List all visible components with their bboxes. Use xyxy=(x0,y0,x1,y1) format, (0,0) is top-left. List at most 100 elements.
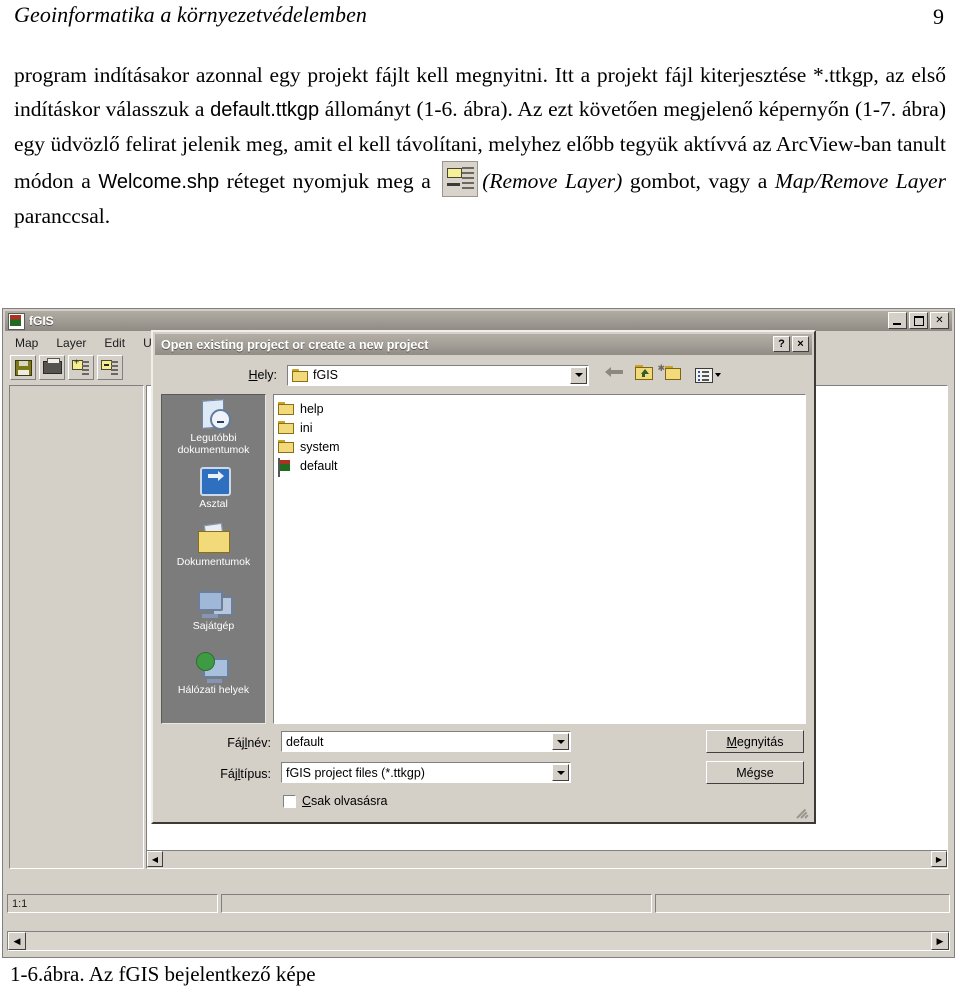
place-item-network-places[interactable]: Hálózati helyek xyxy=(162,649,265,713)
add-layer-line xyxy=(82,360,89,363)
views-button[interactable] xyxy=(695,365,723,385)
scroll-right-arrow-icon[interactable]: ▶ xyxy=(931,851,947,867)
text-segment-4: gombot, vagy a xyxy=(622,169,775,193)
resize-grip[interactable] xyxy=(796,805,810,819)
scroll-left-arrow-icon[interactable]: ◀ xyxy=(147,851,163,867)
new-folder-sparkle: ✱ xyxy=(657,363,665,373)
fgis-logo-glyph xyxy=(10,314,21,326)
maximize-button[interactable] xyxy=(909,312,928,329)
place-item-documents[interactable]: Dokumentumok xyxy=(162,521,265,585)
list-item[interactable]: default xyxy=(278,456,805,477)
file-name: ini xyxy=(300,420,313,435)
remove-layer-icon xyxy=(442,161,479,197)
network-places-icon xyxy=(195,651,232,683)
folder-icon-body xyxy=(292,370,308,382)
filetype-select[interactable]: fGIS project files (*.ttkgp) xyxy=(281,762,571,783)
window-scroll-right-icon[interactable]: ▶ xyxy=(931,932,949,950)
menu-item-edit[interactable]: Edit xyxy=(95,335,134,351)
figure-caption: 1-6.ábra. Az fGIS bejelentkező képe xyxy=(10,962,316,986)
remove-layer-icon-base xyxy=(447,183,461,186)
chevron-down-icon[interactable] xyxy=(552,733,569,750)
page-header: Geoinformatika a környezetvédelemben 9 xyxy=(0,0,960,40)
recent-clock xyxy=(209,409,231,430)
cancel-button[interactable]: Mégse xyxy=(706,761,804,784)
menu-item-map[interactable]: Map xyxy=(6,335,47,351)
fgis-logo-glyph xyxy=(280,459,290,471)
fgis-window-title: fGIS xyxy=(29,314,54,328)
open-button[interactable]: Megnyitás xyxy=(706,730,804,753)
filename-combo[interactable]: default xyxy=(281,731,571,752)
up-one-level-button[interactable] xyxy=(635,365,657,385)
remove-layer-button[interactable] xyxy=(97,354,123,380)
chevron-down-icon[interactable] xyxy=(552,764,569,781)
remove-layer-toolbar-icon xyxy=(101,359,118,375)
views-dot xyxy=(698,370,700,373)
chevron-down-icon[interactable] xyxy=(570,366,587,384)
list-item[interactable]: help xyxy=(278,399,805,418)
status-panel-2 xyxy=(221,894,652,913)
views-bar xyxy=(702,374,709,377)
readonly-checkbox-row[interactable]: Csak olvasásra xyxy=(283,794,387,808)
folder-icon xyxy=(278,401,295,416)
filetype-label-wrap: Fájltípus: xyxy=(161,765,271,783)
look-in-combo[interactable]: fGIS xyxy=(287,364,589,386)
project-file-icon xyxy=(278,457,295,477)
remove-layer-line xyxy=(111,360,118,363)
filename-input[interactable]: default xyxy=(281,731,571,752)
recent-documents-icon xyxy=(196,399,232,431)
minimize-icon xyxy=(893,323,901,325)
fgis-window-controls: ✕ xyxy=(888,312,949,329)
look-in-label: Hely: xyxy=(248,368,277,382)
status-panel-3 xyxy=(655,894,950,913)
filetype-combo[interactable]: fGIS project files (*.ttkgp) xyxy=(281,762,571,783)
place-item-recent-documents[interactable]: Legutóbbi dokumentumok xyxy=(162,397,265,463)
place-item-label: Sajátgép xyxy=(192,620,235,632)
minimize-button[interactable] xyxy=(888,312,907,329)
save-icon xyxy=(15,359,32,376)
place-item-my-computer[interactable]: Sajátgép xyxy=(162,585,265,649)
print-button[interactable] xyxy=(39,354,65,380)
new-folder-button[interactable]: ✱ xyxy=(657,364,687,385)
project-file-sheet xyxy=(278,457,290,477)
dialog-close-button[interactable]: × xyxy=(792,336,809,352)
look-in-value: fGIS xyxy=(313,368,339,382)
desktop-icon xyxy=(196,465,232,497)
close-button[interactable]: ✕ xyxy=(930,312,949,329)
readonly-checkbox[interactable] xyxy=(283,794,296,808)
views-chevron-down-icon[interactable] xyxy=(715,373,721,377)
save-button[interactable] xyxy=(10,354,36,380)
window-horizontal-scrollbar[interactable]: ◀ ▶ xyxy=(7,931,950,951)
layer-list-panel[interactable] xyxy=(9,385,144,869)
menu-item-layer[interactable]: Layer xyxy=(47,335,95,351)
file-name: default xyxy=(300,458,338,473)
readonly-row[interactable]: Csak olvasásra xyxy=(283,791,387,808)
list-item[interactable]: ini xyxy=(278,418,805,437)
folder-icon xyxy=(278,439,295,454)
add-layer-button[interactable] xyxy=(68,354,94,380)
map-horizontal-scrollbar[interactable]: ◀ ▶ xyxy=(147,850,947,868)
list-item[interactable]: system xyxy=(278,437,805,456)
place-item-desktop[interactable]: Asztal xyxy=(162,463,265,521)
back-button[interactable] xyxy=(605,365,627,385)
text-segment-5: paranccsal. xyxy=(14,204,111,228)
status-bar: 1:1 xyxy=(7,894,950,913)
dialog-titlebar: Open existing project or create a new pr… xyxy=(155,334,812,355)
help-button[interactable]: ? xyxy=(773,336,790,352)
emphasis-default-ttkgp: default.ttkgp xyxy=(210,99,320,121)
remove-layer-icon-box xyxy=(447,168,463,178)
page-number: 9 xyxy=(933,4,944,29)
dialog-toolbar: ✱ xyxy=(605,364,723,385)
readonly-label: Csak olvasásra xyxy=(302,794,388,808)
look-in-row: Hely: fGIS ✱ xyxy=(161,362,806,388)
file-name: system xyxy=(300,439,340,454)
file-list[interactable]: help ini system default xyxy=(273,394,806,724)
remove-layer-icon-line xyxy=(462,177,475,179)
paragraph: program indításakor azonnal egy projekt … xyxy=(14,58,946,233)
places-bar: Legutóbbi dokumentumok Asztal Dokumentum… xyxy=(161,394,266,724)
folder-icon-body xyxy=(278,441,294,453)
window-scroll-left-icon[interactable]: ◀ xyxy=(8,932,26,950)
my-computer-icon xyxy=(196,587,233,619)
text-segment-3: réteget nyomjuk meg a xyxy=(219,169,439,193)
close-icon: ✕ xyxy=(935,314,944,326)
computer-base xyxy=(201,614,218,618)
